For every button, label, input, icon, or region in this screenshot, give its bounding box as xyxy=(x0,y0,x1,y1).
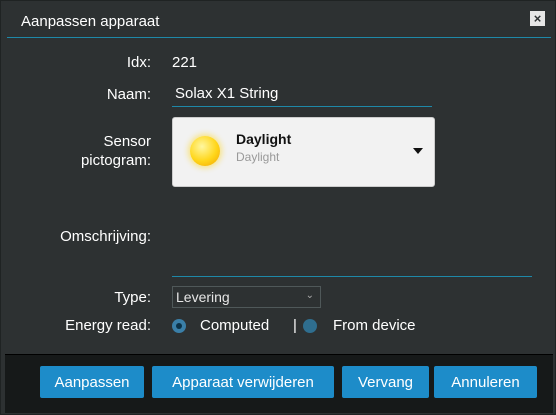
close-icon[interactable]: × xyxy=(530,11,545,26)
name-input[interactable] xyxy=(172,81,432,107)
sensor-icon-subtitle: Daylight xyxy=(236,150,280,164)
radio-separator: | xyxy=(293,317,297,334)
description-textarea[interactable] xyxy=(172,221,532,277)
sensor-icon-select[interactable]: Daylight Daylight xyxy=(172,117,435,187)
computed-radio-label: Computed xyxy=(200,317,270,334)
dialog-titlebar: Aanpassen apparaat × xyxy=(7,5,551,38)
computed-radio[interactable] xyxy=(172,319,186,333)
idx-label: Idx: xyxy=(126,54,151,71)
sensor-label-line1: Sensor xyxy=(103,133,151,150)
type-select-value: Levering xyxy=(176,289,230,305)
type-label: Type: xyxy=(114,289,151,306)
type-select[interactable]: Levering ⌄ xyxy=(172,286,321,308)
edit-device-dialog: Aanpassen apparaat × Idx: 221 Naam: Sens… xyxy=(0,0,556,415)
from-device-radio[interactable] xyxy=(303,319,317,333)
idx-value: 221 xyxy=(172,54,198,71)
dialog-title: Aanpassen apparaat xyxy=(21,13,160,30)
description-label: Omschrijving: xyxy=(60,228,151,245)
dialog-footer: Aanpassen Apparaat verwijderen Vervang A… xyxy=(5,354,553,413)
sun-icon xyxy=(190,136,220,166)
sensor-icon-title: Daylight xyxy=(236,131,292,147)
name-label: Naam: xyxy=(106,86,151,103)
sensor-label-line2: pictogram: xyxy=(80,152,151,169)
update-button[interactable]: Aanpassen xyxy=(40,366,144,398)
delete-device-button[interactable]: Apparaat verwijderen xyxy=(152,366,334,398)
cancel-button[interactable]: Annuleren xyxy=(434,366,537,398)
chevron-down-icon: ⌄ xyxy=(305,290,314,301)
replace-button[interactable]: Vervang xyxy=(342,366,429,398)
caret-down-icon xyxy=(413,148,423,154)
energy-read-label: Energy read: xyxy=(65,317,151,334)
from-device-radio-label: From device xyxy=(333,317,416,334)
